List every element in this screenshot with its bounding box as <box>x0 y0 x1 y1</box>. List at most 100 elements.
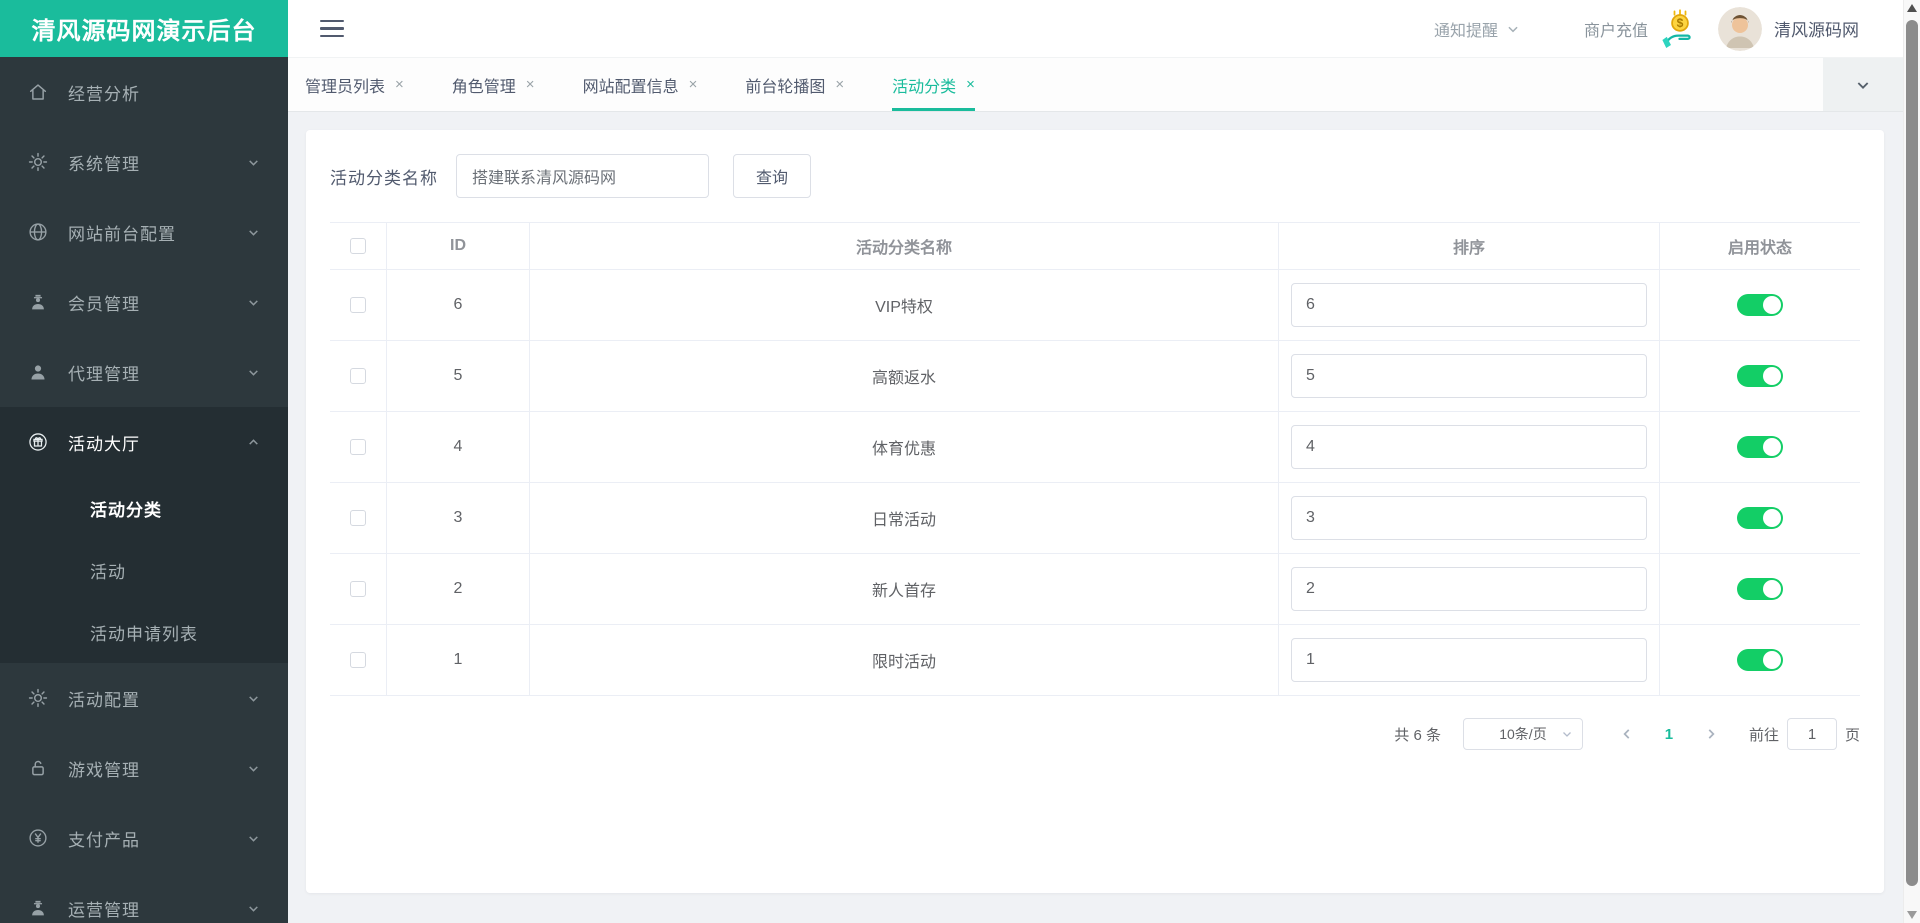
table-row: 1 限时活动 <box>330 625 1860 696</box>
sidebar-item-label: 运营管理 <box>68 900 140 920</box>
enable-toggle[interactable] <box>1737 578 1783 600</box>
username[interactable]: 清风源码网 <box>1774 16 1859 41</box>
select-all-checkbox[interactable] <box>350 238 366 254</box>
sidebar-item-game-mgmt[interactable]: 游戏管理 <box>0 733 288 803</box>
row-checkbox[interactable] <box>350 368 366 384</box>
close-icon[interactable]: × <box>835 76 844 93</box>
tab-options-button[interactable] <box>1823 58 1903 111</box>
sidebar-subitem-label: 活动 <box>90 562 126 582</box>
row-checkbox[interactable] <box>350 652 366 668</box>
hamburger-menu-icon[interactable] <box>320 19 344 38</box>
row-checkbox[interactable] <box>350 581 366 597</box>
chevron-down-icon <box>249 369 258 376</box>
globe-icon <box>26 220 50 244</box>
svg-text:$: $ <box>1677 16 1684 30</box>
row-checkbox[interactable] <box>350 297 366 313</box>
table-row: 5 高额返水 <box>330 341 1860 412</box>
chevron-down-icon <box>249 695 258 702</box>
chevron-down-icon <box>1857 81 1869 89</box>
category-name-input[interactable] <box>456 154 709 198</box>
sidebar-subitem-activity[interactable]: 活动 <box>0 539 288 601</box>
sort-input[interactable] <box>1291 638 1647 682</box>
tab-label: 角色管理 <box>451 78 516 96</box>
chevron-down-icon <box>249 229 258 236</box>
row-checkbox[interactable] <box>350 510 366 526</box>
sidebar-item-activity-hall[interactable]: 活动大厅 <box>0 407 288 477</box>
sidebar-item-label: 活动大厅 <box>68 434 140 454</box>
sort-input[interactable] <box>1291 354 1647 398</box>
goto-label: 前往 <box>1748 726 1779 744</box>
page-size-select[interactable]: 10条/页 <box>1462 718 1583 750</box>
sort-input[interactable] <box>1291 425 1647 469</box>
tab-label: 管理员列表 <box>305 78 386 96</box>
tab-role-mgmt[interactable]: 角色管理 × <box>452 58 535 111</box>
gear-icon <box>26 686 50 710</box>
enable-toggle[interactable] <box>1737 507 1783 529</box>
tabbar: 管理员列表 × 角色管理 × 网站配置信息 × 前台轮播图 × 活动分类 × <box>288 57 1903 112</box>
header-status: 启用状态 <box>1727 240 1792 257</box>
goto-page-input[interactable] <box>1786 718 1837 750</box>
notice-dropdown[interactable]: 通知提醒 <box>1434 17 1520 41</box>
header-name: 活动分类名称 <box>530 223 1279 269</box>
sort-input[interactable] <box>1291 496 1647 540</box>
tab-activity-category[interactable]: 活动分类 × <box>892 58 975 111</box>
close-icon[interactable]: × <box>526 76 535 93</box>
current-page[interactable]: 1 <box>1655 726 1683 743</box>
enable-toggle[interactable] <box>1737 365 1783 387</box>
avatar[interactable] <box>1718 6 1762 51</box>
sidebar-item-label: 代理管理 <box>68 364 140 384</box>
sidebar-item-site-frontend-config[interactable]: 网站前台配置 <box>0 197 288 267</box>
enable-toggle[interactable] <box>1737 436 1783 458</box>
scroll-up-arrow[interactable] <box>1907 4 1917 12</box>
close-icon[interactable]: × <box>966 76 975 93</box>
sidebar-item-system-mgmt[interactable]: 系统管理 <box>0 127 288 197</box>
search-label: 活动分类名称 <box>330 168 438 188</box>
sidebar-item-operations-mgmt[interactable]: 运营管理 <box>0 873 288 923</box>
cell-id: 1 <box>387 625 530 695</box>
close-icon[interactable]: × <box>395 76 404 93</box>
gift-icon <box>26 430 50 454</box>
scroll-down-arrow[interactable] <box>1907 911 1917 919</box>
tab-frontend-carousel[interactable]: 前台轮播图 × <box>745 58 844 111</box>
tab-label: 前台轮播图 <box>745 78 826 96</box>
sidebar-item-business-analysis[interactable]: 经营分析 <box>0 57 288 127</box>
next-page-button[interactable] <box>1697 727 1725 741</box>
main-area: 通知提醒 商户充值 $ 清风源码网 管理员列表 × 角色管理 × 网站配置信息 … <box>288 0 1903 923</box>
chevron-down-icon <box>249 299 258 306</box>
table-row: 6 VIP特权 <box>330 270 1860 341</box>
sidebar-item-member-mgmt[interactable]: 会员管理 <box>0 267 288 337</box>
tab-site-config-info[interactable]: 网站配置信息 × <box>583 58 698 111</box>
sidebar-subitem-activity-category[interactable]: 活动分类 <box>0 477 288 539</box>
cell-name: 日常活动 <box>530 483 1279 553</box>
enable-toggle[interactable] <box>1737 294 1783 316</box>
enable-toggle[interactable] <box>1737 649 1783 671</box>
admin-page: 清风源码网演示后台 经营分析 系统管理 网站前台配置 会员管理 代理管理 活动大… <box>0 0 1920 923</box>
sidebar-subitem-label: 活动申请列表 <box>90 624 198 644</box>
sort-input[interactable] <box>1291 283 1647 327</box>
prev-page-button[interactable] <box>1613 727 1641 741</box>
sort-input[interactable] <box>1291 567 1647 611</box>
sidebar-item-label: 支付产品 <box>68 830 140 850</box>
sidebar-item-activity-config[interactable]: 活动配置 <box>0 663 288 733</box>
cell-id: 3 <box>387 483 530 553</box>
row-checkbox[interactable] <box>350 439 366 455</box>
chevron-down-icon <box>249 765 258 772</box>
pagination: 共 6 条 10条/页 1 前往 页 <box>330 718 1860 750</box>
sidebar-item-agent-mgmt[interactable]: 代理管理 <box>0 337 288 407</box>
chevron-down-icon <box>249 905 258 912</box>
sidebar-item-label: 活动配置 <box>68 690 140 710</box>
query-button[interactable]: 查询 <box>733 154 811 198</box>
coin-hand-icon[interactable]: $ <box>1658 7 1702 51</box>
tab-admin-list[interactable]: 管理员列表 × <box>305 58 404 111</box>
agent-icon <box>26 360 50 384</box>
sidebar-item-label: 系统管理 <box>68 154 140 174</box>
sidebar-subitem-activity-apply-list[interactable]: 活动申请列表 <box>0 601 288 663</box>
scrollbar-thumb[interactable] <box>1906 20 1918 886</box>
category-table: ID 活动分类名称 排序 启用状态 6 VIP特权 5 <box>330 222 1860 696</box>
sidebar-item-payment-products[interactable]: 支付产品 <box>0 803 288 873</box>
merchant-recharge-link[interactable]: 商户充值 <box>1584 17 1648 41</box>
chevron-up-icon <box>249 438 258 445</box>
lock-icon <box>26 756 50 780</box>
cell-id: 4 <box>387 412 530 482</box>
close-icon[interactable]: × <box>689 76 698 93</box>
